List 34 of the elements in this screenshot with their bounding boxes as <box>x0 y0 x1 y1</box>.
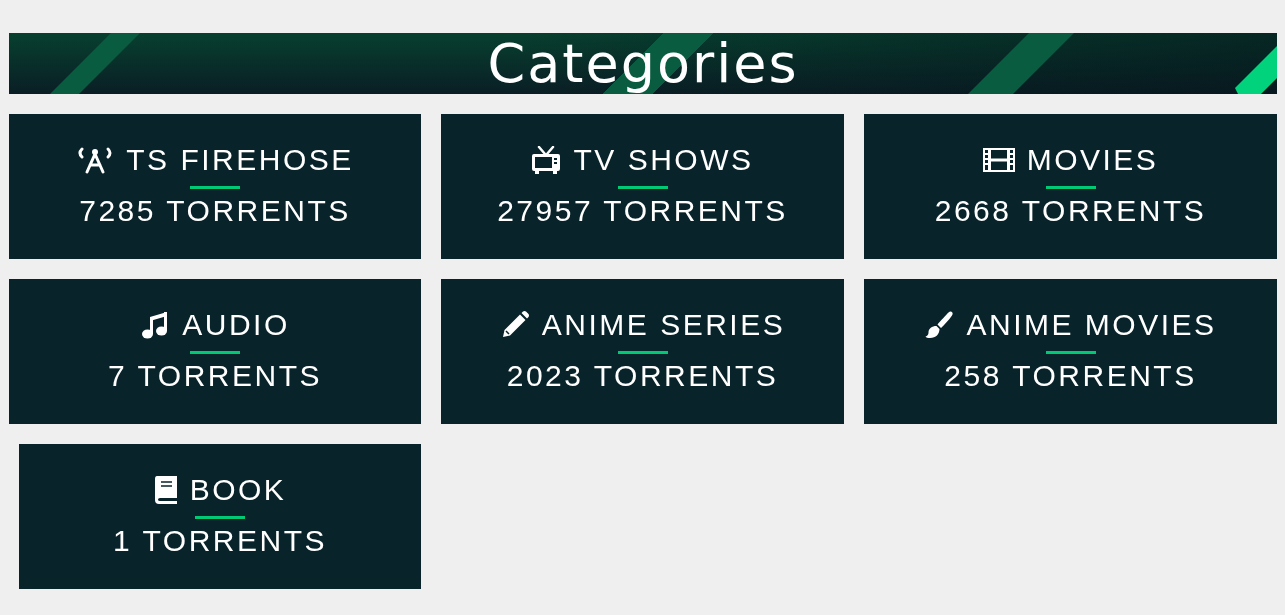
category-card[interactable]: MOVIES 2668 TORRENTS <box>864 114 1277 259</box>
accent-underline <box>190 351 240 354</box>
category-name: ANIME MOVIES <box>966 307 1217 343</box>
category-name: MOVIES <box>1026 142 1159 178</box>
category-card[interactable]: AUDIO 7 TORRENTS <box>9 279 421 424</box>
diagonal-stripe <box>1235 46 1277 94</box>
category-name: TS FIREHOSE <box>126 142 354 178</box>
category-name: TV SHOWS <box>573 142 754 178</box>
category-card[interactable]: TS FIREHOSE 7285 TORRENTS <box>9 114 421 259</box>
torrent-count: 7285 TORRENTS <box>79 193 351 229</box>
torrent-count: 27957 TORRENTS <box>497 193 788 229</box>
torrent-count: 2023 TORRENTS <box>506 358 779 394</box>
torrent-count: 258 TORRENTS <box>944 358 1197 394</box>
category-name: ANIME SERIES <box>541 307 786 343</box>
category-card[interactable]: TV SHOWS 27957 TORRENTS <box>441 114 844 259</box>
book-icon <box>153 476 178 504</box>
accent-underline <box>617 186 668 189</box>
accent-underline <box>617 351 668 354</box>
category-card[interactable]: ANIME MOVIES 258 TORRENTS <box>864 279 1277 424</box>
torrent-count: 7 TORRENTS <box>108 358 322 394</box>
paintbrush-icon <box>924 311 955 339</box>
torrent-count: 1 TORRENTS <box>113 523 327 559</box>
accent-underline <box>1045 351 1096 354</box>
category-name: BOOK <box>189 472 287 508</box>
accent-underline <box>195 516 245 519</box>
accent-underline <box>1045 186 1096 189</box>
page-title: Categories <box>487 33 799 94</box>
accent-underline <box>190 186 240 189</box>
torrent-count: 2668 TORRENTS <box>934 193 1207 229</box>
category-card[interactable]: ANIME SERIES 2023 TORRENTS <box>441 279 844 424</box>
category-name: AUDIO <box>182 307 290 343</box>
film-strip-icon <box>982 148 1015 172</box>
category-card[interactable]: BOOK 1 TORRENTS <box>19 444 421 589</box>
tv-icon <box>531 146 562 174</box>
